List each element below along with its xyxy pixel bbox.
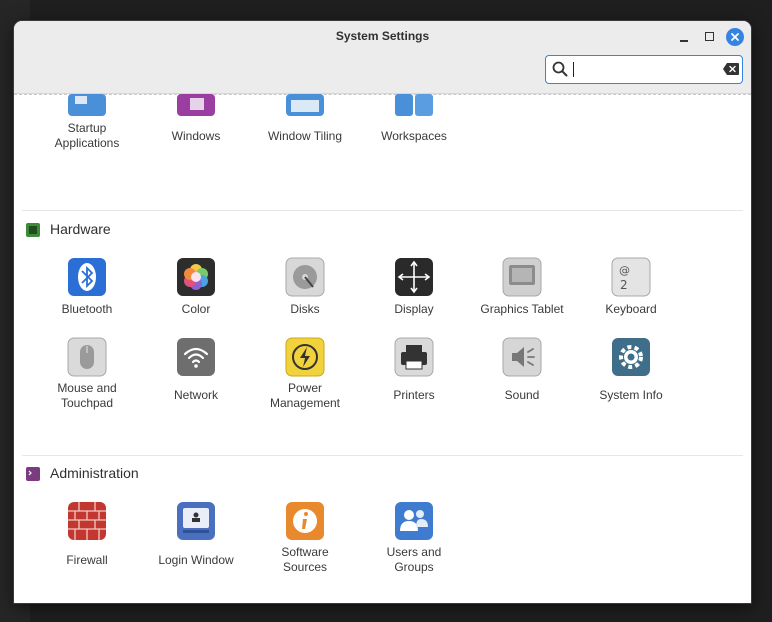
power-icon [285,337,325,377]
item-label: Applications [54,136,120,150]
item-sound[interactable]: Sound [472,337,572,432]
item-power-management[interactable]: Power Management [255,337,355,432]
printer-icon [394,337,434,377]
item-windows[interactable]: Windows [146,94,246,174]
item-bluetooth[interactable]: Bluetooth [37,257,137,337]
item-label: Disks [290,302,320,316]
item-system-info[interactable]: System Info [581,337,681,432]
firewall-icon [68,502,106,540]
item-label: Startup [67,121,107,135]
item-label: Workspaces [381,129,447,143]
svg-text:2: 2 [620,278,628,292]
display-icon [395,258,433,296]
item-disks[interactable]: Disks [255,257,355,337]
item-window-tiling[interactable]: Window Tiling [255,94,355,174]
item-label: Windows [171,129,221,143]
disks-icon [285,257,325,297]
bluetooth-icon [68,258,106,296]
item-label: Display [394,302,434,316]
item-label: Color [181,302,211,316]
item-label: Keyboard [605,302,657,316]
item-label: Sources [282,560,328,574]
item-workspaces[interactable]: Workspaces [364,94,464,174]
item-label: Users and [386,545,442,559]
maximize-button[interactable] [701,28,719,46]
mouse-icon [67,337,107,377]
graphics-tablet-icon [502,257,542,297]
settings-content: Startup Applications Windows Window Tili… [14,94,751,603]
item-label: Window Tiling [267,129,343,143]
windows-icon [177,94,215,116]
item-label: Mouse and [57,381,117,395]
section-separator [22,455,743,456]
item-label: Network [173,388,218,402]
section-separator [22,210,743,211]
item-users-groups[interactable]: Users and Groups [364,501,464,596]
keyboard-icon: @ 2 [611,257,651,297]
search-box[interactable] [545,55,743,84]
minimize-button[interactable] [675,28,693,46]
item-label: Graphics Tablet [480,302,564,316]
close-icon [731,33,739,41]
item-firewall[interactable]: Firewall [37,501,137,596]
color-icon [177,258,215,296]
item-label: Management [269,396,341,410]
item-startup-applications[interactable]: Startup Applications [37,94,137,174]
item-label: Login Window [158,553,234,567]
item-label: Groups [394,560,434,574]
section-title: Hardware [50,221,111,237]
item-label: Software [281,545,329,559]
item-display[interactable]: Display [364,257,464,337]
users-groups-icon [395,502,433,540]
administration-terminal-icon [26,467,40,481]
item-software-sources[interactable]: Software Sources [255,501,355,596]
item-login-window[interactable]: Login Window [146,501,246,596]
hardware-chip-icon [26,223,40,237]
sound-icon [502,337,542,377]
workspaces-icon [395,94,433,116]
item-graphics-tablet[interactable]: Graphics Tablet [472,257,572,337]
search-icon [552,61,568,77]
text-caret [573,62,574,77]
window-title: System Settings [335,29,430,43]
item-keyboard[interactable]: @ 2 Keyboard [581,257,681,337]
titlebar: System Settings [14,21,751,94]
item-printers[interactable]: Printers [364,337,464,432]
network-icon [177,338,215,376]
item-label: Touchpad [60,396,114,410]
item-label: System Info [599,388,663,402]
settings-window: System Settings Startup Applications Win… [14,21,751,603]
login-window-icon [177,502,215,540]
item-label: Bluetooth [61,302,113,316]
item-mouse-touchpad[interactable]: Mouse and Touchpad [37,337,137,432]
item-label: Sound [504,388,540,402]
item-label: Power [287,381,322,395]
close-button[interactable] [726,28,744,46]
system-info-icon [612,338,650,376]
clear-search-icon[interactable] [723,63,739,75]
section-title: Administration [50,465,139,481]
search-input[interactable] [572,60,712,78]
window-tiling-icon [286,94,324,116]
item-color[interactable]: Color [146,257,246,337]
item-network[interactable]: Network [146,337,246,432]
item-label: Firewall [66,553,108,567]
item-label: Printers [393,388,435,402]
svg-text:@: @ [619,264,630,277]
software-sources-icon [286,502,324,540]
